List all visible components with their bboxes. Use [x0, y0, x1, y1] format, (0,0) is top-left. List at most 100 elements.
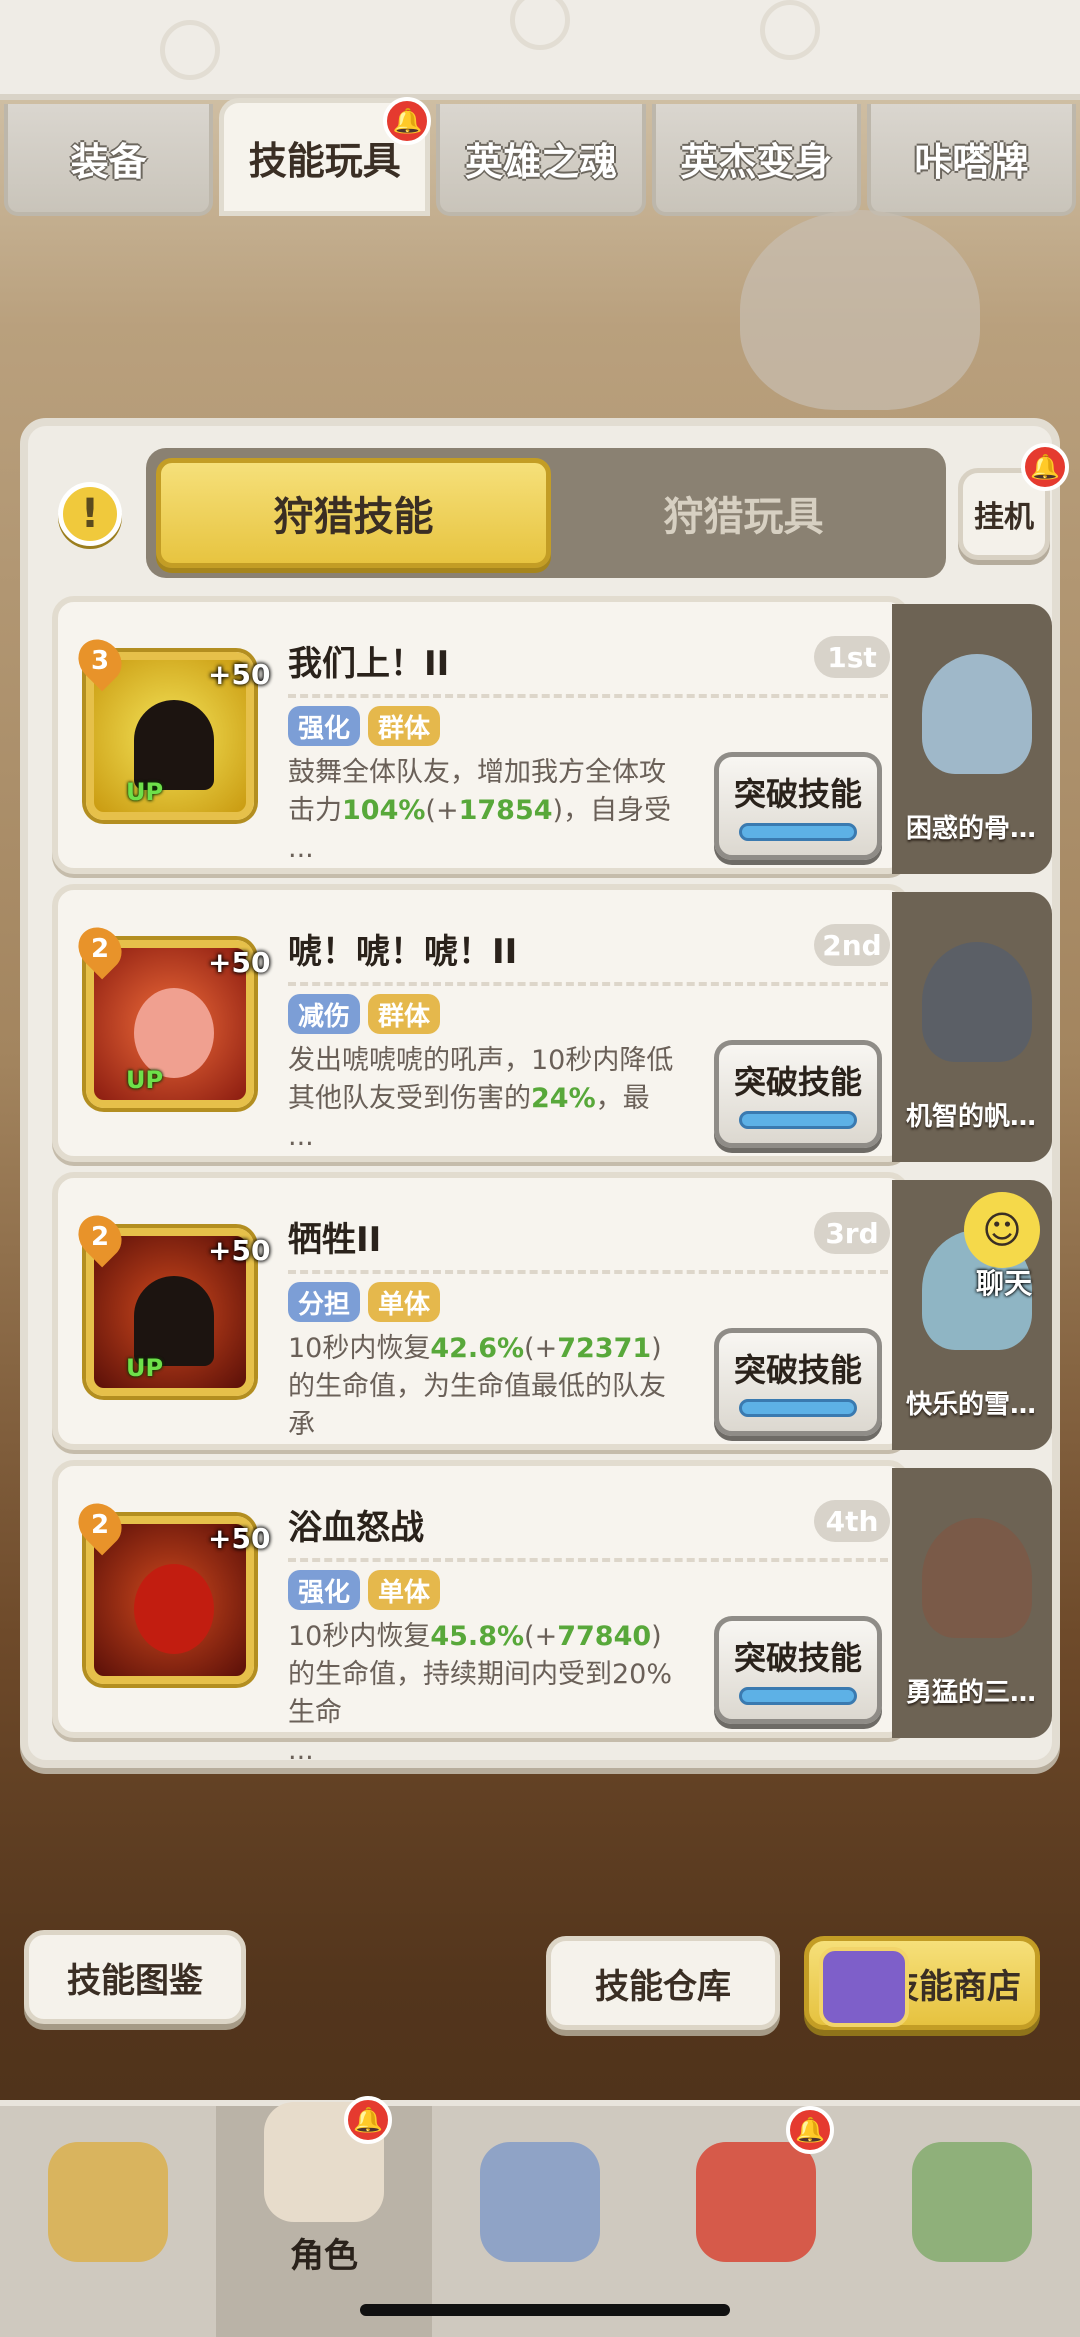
skill-tag: 群体 — [368, 706, 441, 746]
nav-pet[interactable]: 🔔 — [648, 2106, 864, 2337]
segment-hunt-skills[interactable]: 狩猎技能 — [156, 458, 551, 568]
hunt-segment-control: 狩猎技能 狩猎玩具 — [146, 448, 946, 578]
chat-button[interactable]: ☺ 聊天 — [920, 1192, 1040, 1302]
hero-portrait — [922, 654, 1032, 774]
sword-icon — [480, 2141, 600, 2262]
top-decor-strip — [0, 0, 1080, 100]
swirl-decor-icon — [160, 20, 220, 80]
hero-tile[interactable]: 困惑的骨… — [892, 604, 1052, 874]
breakthrough-skill-button[interactable]: 突破技能 — [714, 1328, 882, 1436]
skill-row-4: 2 +50 浴血怒战 4th 强化 单体 10秒内恢复45.8%(+77840)… — [52, 1460, 1052, 1766]
skill-tag: 减伤 — [288, 994, 361, 1034]
tab-hero-transform[interactable]: 英杰变身 — [651, 104, 861, 216]
skill-tag: 群体 — [368, 994, 441, 1034]
hero-name: 机智的帆… — [906, 1102, 1037, 1132]
tab-hero-soul[interactable]: 英雄之魂 — [436, 104, 646, 216]
smiley-chat-icon: ☺ — [964, 1192, 1040, 1268]
skill-plus-label: +50 — [208, 658, 271, 691]
skill-tag: 分担 — [288, 1282, 361, 1322]
skill-rank-badge: 3rd — [814, 1212, 890, 1254]
skill-row-1: 3 +50 UP 我们上！II 1st 强化 群体 鼓舞全体队友，增加我方全体攻… — [52, 596, 1052, 884]
hero-name: 困惑的骨… — [906, 814, 1037, 844]
notification-bell-icon: 🔔 — [786, 2106, 834, 2154]
tab-equipment[interactable]: 装备 — [4, 104, 214, 216]
skill-figure — [134, 700, 214, 790]
skill-up-label: UP — [126, 1066, 164, 1094]
swirl-decor-icon — [510, 0, 570, 50]
skill-plus-label: +50 — [208, 946, 271, 979]
skill-up-label: UP — [126, 778, 164, 806]
top-tab-bar: 装备 技能玩具 🔔 英雄之魂 英杰变身 咔嗒牌 — [0, 97, 1080, 222]
skill-name: 牺牲II — [288, 1220, 382, 1260]
skill-tag: 强化 — [288, 706, 361, 746]
pet-portrait-icon — [696, 2141, 816, 2262]
breakthrough-skill-button[interactable]: 突破技能 — [714, 1616, 882, 1724]
skill-description: 鼓舞全体队友，增加我方全体攻击力104%(+17854)，自身受 ... — [288, 757, 672, 864]
skill-shop-button[interactable]: 技能商店 — [804, 1936, 1040, 2030]
skill-warehouse-button[interactable]: 技能仓库 — [546, 1936, 780, 2030]
bottom-nav: 🔔 角色 🔔 — [0, 2096, 1080, 2337]
nav-totem[interactable] — [864, 2106, 1080, 2337]
idle-button[interactable]: 挂机 🔔 — [958, 443, 1069, 560]
divider — [288, 694, 888, 698]
notification-bell-icon: 🔔 — [344, 2096, 392, 2144]
hero-name: 勇猛的三… — [906, 1678, 1037, 1708]
skill-figure — [134, 1564, 214, 1654]
tab-skill-toys[interactable]: 技能玩具 🔔 — [219, 97, 432, 216]
breakthrough-progress-bar — [739, 1687, 857, 1705]
skills-panel: ! 狩猎技能 狩猎玩具 挂机 🔔 3 +50 UP 我们上！II 1st 强化 … — [20, 418, 1069, 1768]
skill-card[interactable]: 2 +50 浴血怒战 4th 强化 单体 10秒内恢复45.8%(+77840)… — [52, 1460, 910, 1766]
breakthrough-progress-bar — [739, 1399, 857, 1417]
skill-tags: 强化 单体 — [288, 1570, 441, 1610]
hero-portrait — [922, 942, 1032, 1062]
skill-rank-badge: 1st — [814, 636, 890, 678]
hero-tile[interactable]: 机智的帆… — [892, 892, 1052, 1162]
divider — [288, 1558, 888, 1562]
chat-label: 聊天 — [975, 1267, 1032, 1300]
breakthrough-skill-button[interactable]: 突破技能 — [714, 1040, 882, 1148]
skill-codex-button[interactable]: 技能图鉴 — [24, 1930, 246, 2024]
skill-tags: 强化 群体 — [288, 706, 441, 746]
skill-card[interactable]: 3 +50 UP 我们上！II 1st 强化 群体 鼓舞全体队友，增加我方全体攻… — [52, 596, 910, 874]
skill-rank-badge: 2nd — [814, 924, 890, 966]
totem-portrait-icon — [912, 2141, 1032, 2262]
nav-weapon[interactable] — [432, 2106, 648, 2337]
skill-tags: 减伤 群体 — [288, 994, 441, 1034]
breakthrough-progress-bar — [739, 823, 857, 841]
skill-plus-label: +50 — [208, 1522, 271, 1555]
skill-description: 发出唬唬唬的吼声，10秒内降低其他队友受到伤害的24%，最 ... — [288, 1045, 674, 1152]
breakthrough-progress-bar — [739, 1111, 857, 1129]
breakthrough-skill-button[interactable]: 突破技能 — [714, 752, 882, 860]
skill-tag: 单体 — [368, 1570, 441, 1610]
skill-tags: 分担 单体 — [288, 1282, 441, 1322]
nav-character[interactable]: 🔔 角色 — [216, 2096, 432, 2337]
skill-tag: 单体 — [368, 1282, 441, 1322]
skill-name: 我们上！II — [288, 644, 450, 684]
divider — [288, 982, 888, 986]
segment-hunt-toys[interactable]: 狩猎玩具 — [551, 458, 936, 568]
skill-card[interactable]: 2 +50 UP 牺牲II 3rd 分担 单体 10秒内恢复42.6%(+723… — [52, 1172, 910, 1478]
skill-tag: 强化 — [288, 1570, 361, 1610]
notification-bell-icon: 🔔 — [383, 97, 432, 145]
tab-click-cards[interactable]: 咔嗒牌 — [866, 104, 1077, 216]
skill-figure — [134, 1276, 214, 1366]
nav-label: 角色 — [290, 2236, 358, 2276]
hero-tile[interactable]: 勇猛的三… — [892, 1468, 1052, 1738]
home-indicator — [360, 2304, 730, 2316]
hero-portrait — [922, 1518, 1032, 1638]
skill-rank-badge: 4th — [814, 1500, 890, 1542]
skill-plus-label: +50 — [208, 1234, 271, 1267]
skill-name: 唬！唬！唬！II — [288, 932, 518, 972]
hero-name: 快乐的雪… — [906, 1390, 1037, 1420]
skill-list: 3 +50 UP 我们上！II 1st 强化 群体 鼓舞全体队友，增加我方全体攻… — [52, 596, 1052, 1766]
shop-chest-icon — [819, 1947, 909, 2027]
skill-name: 浴血怒战 — [288, 1508, 424, 1548]
skill-row-2: 2 +50 UP 唬！唬！唬！II 2nd 减伤 群体 发出唬唬唬的吼声，10秒… — [52, 884, 1052, 1172]
nav-hero-1[interactable] — [0, 2106, 216, 2337]
info-exclamation-icon[interactable]: ! — [58, 482, 122, 546]
swirl-decor-icon — [760, 0, 820, 60]
divider — [288, 1270, 888, 1274]
skill-up-label: UP — [126, 1354, 164, 1382]
skill-card[interactable]: 2 +50 UP 唬！唬！唬！II 2nd 减伤 群体 发出唬唬唬的吼声，10秒… — [52, 884, 910, 1162]
skill-row-3: 2 +50 UP 牺牲II 3rd 分担 单体 10秒内恢复42.6%(+723… — [52, 1172, 1052, 1478]
